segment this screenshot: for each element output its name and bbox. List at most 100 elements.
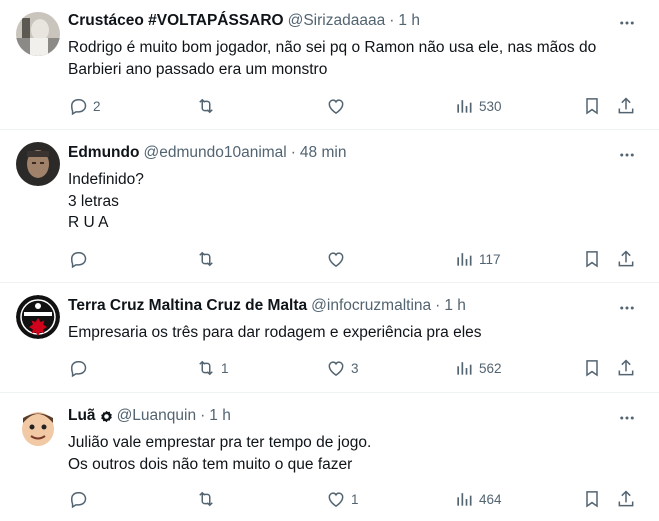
action-bar: 1 464 (60, 487, 643, 511)
view-count: 530 (479, 98, 502, 114)
like-button[interactable] (326, 94, 351, 118)
reply-button[interactable] (68, 487, 93, 511)
username[interactable]: @Sirizadaaaa (288, 12, 386, 30)
view-count: 117 (479, 251, 501, 267)
share-button[interactable] (616, 487, 636, 511)
username[interactable]: @edmundo10animal (143, 144, 286, 162)
tweet-text: Empresaria os três para dar rodagem e ex… (68, 322, 639, 344)
heart-icon (328, 361, 344, 376)
reply-icon (70, 99, 87, 116)
timestamp[interactable]: 1 h (444, 297, 466, 315)
bookmark-button[interactable] (582, 94, 602, 118)
reply-button[interactable] (68, 247, 93, 271)
views-button[interactable]: 562 (454, 356, 502, 380)
reply-icon (70, 361, 87, 378)
like-button[interactable]: 3 (326, 356, 359, 380)
like-button[interactable]: 1 (326, 487, 359, 511)
retweet-count: 1 (221, 360, 229, 376)
bookmark-icon (586, 360, 598, 377)
avatar[interactable] (16, 142, 60, 186)
tweet-text: Rodrigo é muito bom jogador, não sei pq … (68, 37, 639, 80)
retweet-icon (199, 491, 213, 507)
username[interactable]: @infocruzmaltina (311, 297, 431, 315)
reply-count: 2 (93, 98, 101, 114)
timeline: Crustáceo #VOLTAPÁSSARO @Sirizadaaaa · 1… (0, 0, 659, 521)
share-button[interactable] (616, 247, 636, 271)
separator: · (389, 12, 395, 29)
separator: · (200, 407, 206, 424)
retweet-button[interactable] (196, 247, 221, 271)
display-name[interactable]: Edmundo (68, 144, 139, 162)
views-button[interactable]: 117 (454, 247, 501, 271)
retweet-icon (199, 360, 213, 376)
retweet-icon (199, 98, 213, 114)
display-name[interactable]: Luã (68, 407, 96, 425)
tweet[interactable]: Edmundo @edmundo10animal · 48 min Indefi… (0, 130, 659, 283)
heart-icon (328, 252, 344, 267)
tweet-text-line: Os outros dois não tem muito o que fazer (68, 455, 353, 473)
bookmark-icon (586, 98, 598, 115)
verified-badge-icon (100, 410, 112, 422)
tweet[interactable]: Terra Cruz Maltina Cruz de Malta @infocr… (0, 283, 659, 393)
display-name[interactable]: Crustáceo #VOLTAPÁSSARO (68, 12, 284, 30)
bookmark-button[interactable] (582, 247, 602, 271)
views-button[interactable]: 530 (454, 94, 502, 118)
views-icon (457, 362, 472, 375)
more-icon[interactable] (617, 145, 637, 165)
more-icon[interactable] (617, 13, 637, 33)
reply-icon (70, 252, 87, 269)
tweet-text-line: Empresaria os três para dar rodagem e ex… (68, 324, 482, 341)
share-icon (618, 97, 634, 114)
bookmark-button[interactable] (582, 487, 602, 511)
like-button[interactable] (326, 247, 351, 271)
avatar[interactable] (16, 295, 60, 339)
views-icon (457, 253, 472, 266)
retweet-button[interactable]: 1 (196, 356, 229, 380)
tweet-header: Edmundo @edmundo10animal · 48 min (68, 144, 346, 162)
tweet[interactable]: Crustáceo #VOLTAPÁSSARO @Sirizadaaaa · 1… (0, 0, 659, 130)
share-button[interactable] (616, 94, 636, 118)
timestamp[interactable]: 48 min (300, 144, 347, 162)
username[interactable]: @Luanquin (117, 407, 197, 425)
more-icon[interactable] (617, 298, 637, 318)
tweet-header: Luã @Luanquin · 1 h (68, 407, 231, 425)
bookmark-button[interactable] (582, 356, 602, 380)
views-button[interactable]: 464 (454, 487, 502, 511)
reply-icon (70, 492, 87, 509)
share-icon (618, 359, 634, 376)
separator: · (290, 144, 296, 161)
share-button[interactable] (616, 356, 636, 380)
more-icon[interactable] (617, 408, 637, 428)
action-bar: 117 (60, 247, 643, 271)
timestamp[interactable]: 1 h (398, 12, 420, 30)
tweet-text: Julião vale emprestar pra ter tempo de j… (68, 432, 639, 475)
retweet-button[interactable] (196, 94, 221, 118)
separator: · (435, 297, 441, 314)
tweet-text: Indefinido? 3 letras R U A (68, 169, 639, 234)
tweet-text-line: Julião vale emprestar pra ter tempo de j… (68, 434, 372, 451)
avatar[interactable] (16, 12, 60, 56)
heart-icon (328, 99, 344, 114)
tweet[interactable]: Luã @Luanquin · 1 h Julião vale empresta… (0, 393, 659, 521)
like-count: 3 (351, 360, 359, 376)
retweet-icon (199, 251, 213, 267)
tweet-text-line: Barbieri ano passado era um monstro (68, 60, 328, 78)
tweet-text-line: Indefinido? (68, 171, 144, 188)
tweet-text-line: R U A (68, 214, 109, 231)
reply-button[interactable]: 2 (68, 94, 101, 118)
views-icon (457, 100, 472, 113)
avatar[interactable] (16, 405, 60, 449)
view-count: 464 (479, 491, 502, 507)
bookmark-icon (586, 251, 598, 268)
timestamp[interactable]: 1 h (209, 407, 231, 425)
reply-button[interactable] (68, 356, 93, 380)
display-name[interactable]: Terra Cruz Maltina Cruz de Malta (68, 297, 307, 315)
retweet-button[interactable] (196, 487, 221, 511)
heart-icon (328, 492, 344, 507)
action-bar: 2 530 (60, 94, 643, 118)
tweet-text-line: 3 letras (68, 192, 119, 210)
view-count: 562 (479, 360, 502, 376)
share-icon (618, 250, 634, 267)
tweet-header: Crustáceo #VOLTAPÁSSARO @Sirizadaaaa · 1… (68, 12, 420, 30)
bookmark-icon (586, 491, 598, 508)
